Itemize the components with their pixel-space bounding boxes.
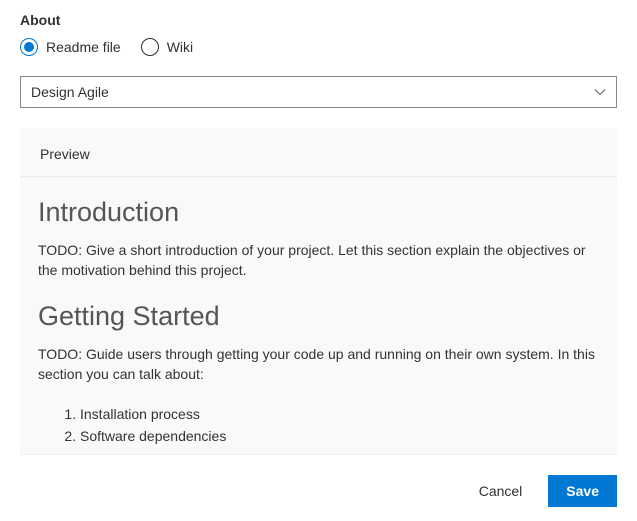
radio-label-readme: Readme file <box>46 39 121 55</box>
preview-content: Introduction TODO: Give a short introduc… <box>20 177 617 454</box>
getting-started-list: Installation process Software dependenci… <box>38 404 599 447</box>
list-item: Installation process <box>80 404 599 426</box>
tab-preview[interactable]: Preview <box>40 146 90 162</box>
radio-icon <box>20 38 38 56</box>
radio-label-wiki: Wiki <box>167 39 193 55</box>
heading-getting-started: Getting Started <box>38 301 599 332</box>
dropdown-selected-value: Design Agile <box>31 84 109 100</box>
radio-icon <box>141 38 159 56</box>
radio-option-readme[interactable]: Readme file <box>20 38 121 56</box>
heading-introduction: Introduction <box>38 197 599 228</box>
repository-dropdown[interactable]: Design Agile <box>20 76 617 108</box>
paragraph-introduction: TODO: Give a short introduction of your … <box>38 240 599 281</box>
footer-actions: Cancel Save <box>461 475 617 507</box>
save-button[interactable]: Save <box>548 475 617 507</box>
about-source-radio-group: Readme file Wiki <box>20 38 617 56</box>
preview-panel: Preview Introduction TODO: Give a short … <box>20 128 617 455</box>
cancel-button[interactable]: Cancel <box>461 475 541 507</box>
radio-option-wiki[interactable]: Wiki <box>141 38 193 56</box>
section-title: About <box>20 12 617 28</box>
paragraph-getting-started: TODO: Guide users through getting your c… <box>38 344 599 385</box>
tab-bar: Preview <box>20 128 617 177</box>
list-item: Software dependencies <box>80 426 599 448</box>
chevron-down-icon <box>594 86 606 98</box>
